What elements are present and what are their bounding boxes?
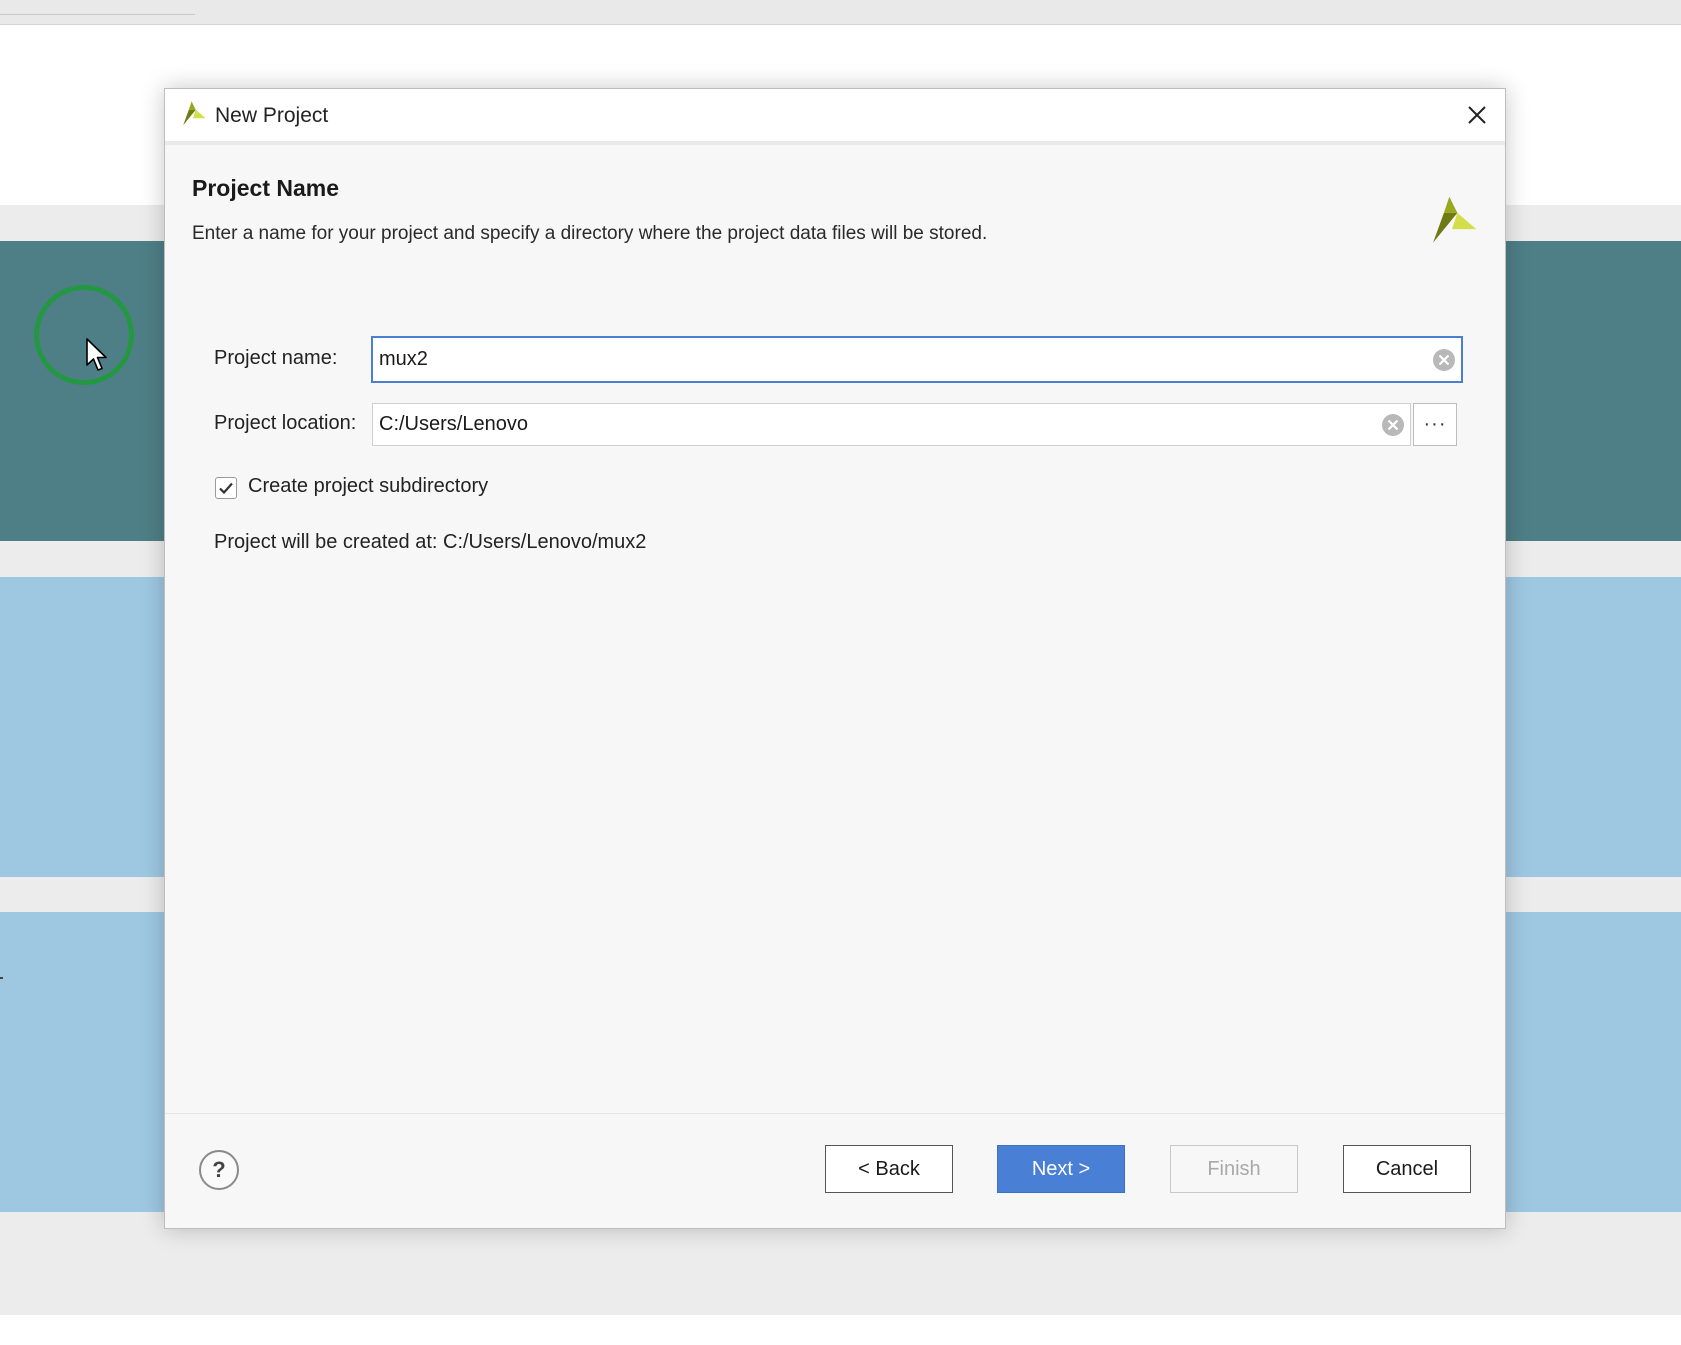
close-button[interactable] xyxy=(1459,97,1495,133)
clear-name-button[interactable] xyxy=(1431,347,1457,373)
background-top-bar xyxy=(0,0,1681,25)
create-subdirectory-checkbox[interactable] xyxy=(215,477,237,499)
clear-circle-icon xyxy=(1433,348,1455,371)
project-result-path: Project will be created at: C:/Users/Len… xyxy=(214,531,647,553)
background-band xyxy=(0,1315,1681,1345)
project-location-field[interactable]: C:/Users/Lenovo xyxy=(372,403,1411,446)
project-name-field[interactable]: mux2 xyxy=(371,336,1463,383)
help-button[interactable]: ? xyxy=(199,1150,239,1190)
back-button[interactable]: < Back xyxy=(825,1145,953,1193)
cancel-button[interactable]: Cancel xyxy=(1343,1145,1471,1193)
back-button-label: < Back xyxy=(858,1157,920,1180)
checkmark-icon xyxy=(219,482,233,495)
close-icon xyxy=(1468,106,1486,124)
footer-divider xyxy=(165,1113,1505,1114)
mouse-pointer-icon xyxy=(86,338,107,371)
dialog-title: New Project xyxy=(215,104,329,127)
background-mark xyxy=(0,977,3,979)
dialog-title-bar: New Project xyxy=(165,89,1505,142)
xilinx-logo-icon xyxy=(183,101,206,126)
browse-location-button[interactable]: ··· xyxy=(1413,403,1457,446)
next-button-label: Next > xyxy=(1031,1157,1091,1180)
click-highlight-ring xyxy=(34,285,134,385)
xilinx-logo-icon xyxy=(1433,196,1477,243)
cancel-button-label: Cancel xyxy=(1375,1157,1439,1180)
project-location-value[interactable]: C:/Users/Lenovo xyxy=(373,413,1380,436)
new-project-dialog: New Project Project Name Enter a name fo… xyxy=(164,88,1506,1229)
project-name-value[interactable]: mux2 xyxy=(373,348,1431,371)
page-description: Enter a name for your project and specif… xyxy=(192,223,988,244)
project-name-label: Project name: xyxy=(214,347,338,369)
page-title: Project Name xyxy=(192,175,340,201)
finish-button[interactable]: Finish xyxy=(1170,1145,1298,1193)
background-tab-underline xyxy=(0,14,195,15)
clear-circle-icon xyxy=(1382,413,1404,436)
next-button[interactable]: Next > xyxy=(997,1145,1125,1193)
project-location-label: Project location: xyxy=(214,412,357,434)
finish-button-label: Finish xyxy=(1207,1157,1261,1180)
create-subdirectory-label[interactable]: Create project subdirectory xyxy=(248,475,488,498)
clear-location-button[interactable] xyxy=(1380,412,1406,438)
header-divider xyxy=(165,141,1505,145)
